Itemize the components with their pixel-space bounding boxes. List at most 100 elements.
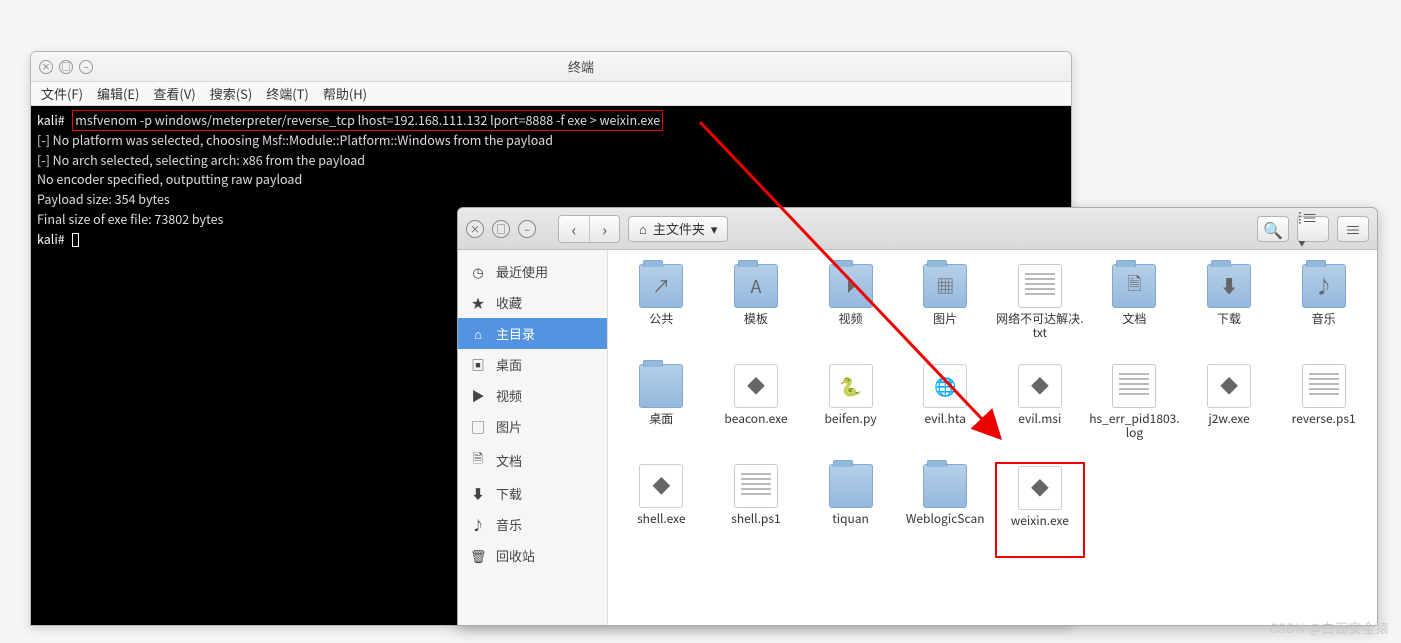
sidebar-icon: ▢ <box>470 417 486 436</box>
file-item[interactable]: A模板 <box>711 262 802 358</box>
file-item[interactable]: 桌面 <box>616 362 707 458</box>
file-label: 公共 <box>649 312 673 326</box>
file-manager-window: × □ – ‹ › ⌂ 主文件夹 ▾ 🔍 ⦙≡ ▾ ≡ ◷最近使用 ★ 收藏 ⌂主目录… <box>457 207 1378 626</box>
file-item[interactable]: ◆j2w.exe <box>1184 362 1275 458</box>
menu-help[interactable]: 帮助(H) <box>323 84 367 103</box>
file-icon: 🐍 <box>829 364 873 408</box>
file-icon: ↗ <box>639 264 683 308</box>
file-item[interactable]: ♪音乐 <box>1278 262 1369 358</box>
menu-search[interactable]: 搜索(S) <box>210 84 253 103</box>
location-button[interactable]: ⌂ 主文件夹 ▾ <box>628 216 728 242</box>
file-item[interactable]: ◆shell.exe <box>616 462 707 558</box>
sidebar-label: 回收站 <box>496 546 535 565</box>
file-item[interactable]: ◆evil.msi <box>995 362 1086 458</box>
file-item[interactable]: ◆beacon.exe <box>711 362 802 458</box>
sidebar: ◷最近使用 ★ 收藏 ⌂主目录▣桌面▶视频 ▢ 图片 🗎 文档 ⬇ 下载 ♪ 音乐 🗑回收站 <box>458 250 608 625</box>
cursor <box>72 233 79 247</box>
view-toggle-button[interactable]: ⦙≡ ▾ <box>1297 216 1329 242</box>
sidebar-item[interactable]: ⌂主目录 <box>458 318 607 349</box>
sidebar-label: 收藏 <box>496 293 522 312</box>
menu-view[interactable]: 查看(V) <box>153 84 195 103</box>
sidebar-item[interactable]: 🗑回收站 <box>458 540 607 571</box>
file-label: 视频 <box>839 312 863 326</box>
file-icon <box>734 464 778 508</box>
file-glyph-icon: ⬇ <box>1220 273 1238 299</box>
sidebar-icon: ♪ <box>470 515 486 534</box>
file-item[interactable]: reverse.ps1 <box>1278 362 1369 458</box>
file-item[interactable]: ◆weixin.exe <box>995 462 1086 558</box>
sidebar-item[interactable]: ♪ 音乐 <box>458 509 607 540</box>
forward-button[interactable]: › <box>589 216 619 242</box>
maximize-icon[interactable]: □ <box>59 60 73 74</box>
sidebar-label: 音乐 <box>496 515 522 534</box>
sidebar-item[interactable]: ★ 收藏 <box>458 287 607 318</box>
menu-terminal[interactable]: 终端(T) <box>266 84 309 103</box>
sidebar-icon: ⬇ <box>470 484 486 503</box>
file-glyph-icon: ◆ <box>747 373 765 399</box>
file-label: evil.hta <box>925 412 966 426</box>
file-icon: ▦ <box>923 264 967 308</box>
file-icon: ◆ <box>639 464 683 508</box>
file-glyph-icon: ⏵ <box>846 273 855 299</box>
sidebar-icon: ◷ <box>470 262 486 281</box>
location-label: 主文件夹 <box>653 219 705 238</box>
sidebar-icon: ⌂ <box>470 324 486 343</box>
file-icon: ♪ <box>1302 264 1346 308</box>
file-item[interactable]: 🌐 evil.hta <box>900 362 991 458</box>
file-item[interactable]: WeblogicScan <box>900 462 991 558</box>
minimize-icon[interactable]: – <box>518 220 536 238</box>
file-manager-header[interactable]: × □ – ‹ › ⌂ 主文件夹 ▾ 🔍 ⦙≡ ▾ ≡ <box>458 208 1377 250</box>
file-item[interactable]: tiquan <box>805 462 896 558</box>
file-label: 图片 <box>933 312 957 326</box>
menu-edit[interactable]: 编辑(E) <box>97 84 139 103</box>
sidebar-item[interactable]: ▢ 图片 <box>458 411 607 442</box>
file-item[interactable]: hs_err_pid1803.log <box>1089 362 1180 458</box>
minimize-icon[interactable]: – <box>79 60 93 74</box>
file-item[interactable]: ⬇下载 <box>1184 262 1275 358</box>
sidebar-item[interactable]: ▣桌面 <box>458 349 607 380</box>
file-icon: ◆ <box>1018 466 1062 510</box>
sidebar-icon: ★ <box>470 293 486 312</box>
file-icon <box>1112 364 1156 408</box>
menu-file[interactable]: 文件(F) <box>41 84 83 103</box>
file-label: hs_err_pid1803.log <box>1089 412 1180 441</box>
output-line: No encoder specified, outputting raw pay… <box>37 169 302 188</box>
file-icon: ◆ <box>1207 364 1251 408</box>
file-glyph-icon: 🗎 <box>1127 270 1141 302</box>
file-icon <box>1018 264 1062 308</box>
sidebar-item[interactable]: ⬇ 下载 <box>458 478 607 509</box>
search-button[interactable]: 🔍 <box>1257 216 1289 242</box>
sidebar-icon: 🗎 <box>470 448 486 472</box>
file-item[interactable]: ↗ 公共 <box>616 262 707 358</box>
sidebar-item[interactable]: ▶视频 <box>458 380 607 411</box>
back-button[interactable]: ‹ <box>559 216 589 242</box>
hamburger-menu-button[interactable]: ≡ <box>1337 216 1369 242</box>
file-item[interactable]: ▦ 图片 <box>900 262 991 358</box>
file-icon <box>923 464 967 508</box>
file-glyph-icon: ◆ <box>1031 373 1049 399</box>
sidebar-label: 下载 <box>496 484 522 503</box>
file-item[interactable]: 网络不可达解决.txt <box>995 262 1086 358</box>
file-item[interactable]: ⏵ 视频 <box>805 262 896 358</box>
sidebar-label: 图片 <box>496 417 522 436</box>
sidebar-item[interactable]: ◷最近使用 <box>458 256 607 287</box>
file-item[interactable]: 🐍 beifen.py <box>805 362 896 458</box>
close-icon[interactable]: × <box>39 60 53 74</box>
maximize-icon[interactable]: □ <box>492 220 510 238</box>
file-item[interactable]: 🗎文档 <box>1089 262 1180 358</box>
file-icon: ⏵ <box>829 264 873 308</box>
file-icon <box>639 364 683 408</box>
file-item[interactable]: shell.ps1 <box>711 462 802 558</box>
file-glyph-icon: 🌐 <box>934 373 956 399</box>
sidebar-icon: ▣ <box>470 355 486 374</box>
close-icon[interactable]: × <box>466 220 484 238</box>
chevron-down-icon: ▾ <box>711 219 718 238</box>
sidebar-label: 文档 <box>496 451 522 470</box>
nav-buttons: ‹ › <box>558 215 620 243</box>
terminal-titlebar[interactable]: × □ – 终端 <box>31 52 1071 82</box>
file-label: tiquan <box>832 512 869 526</box>
file-label: beifen.py <box>825 412 877 426</box>
file-icon: 🌐 <box>923 364 967 408</box>
sidebar-item[interactable]: 🗎 文档 <box>458 442 607 478</box>
sidebar-label: 视频 <box>496 386 522 405</box>
